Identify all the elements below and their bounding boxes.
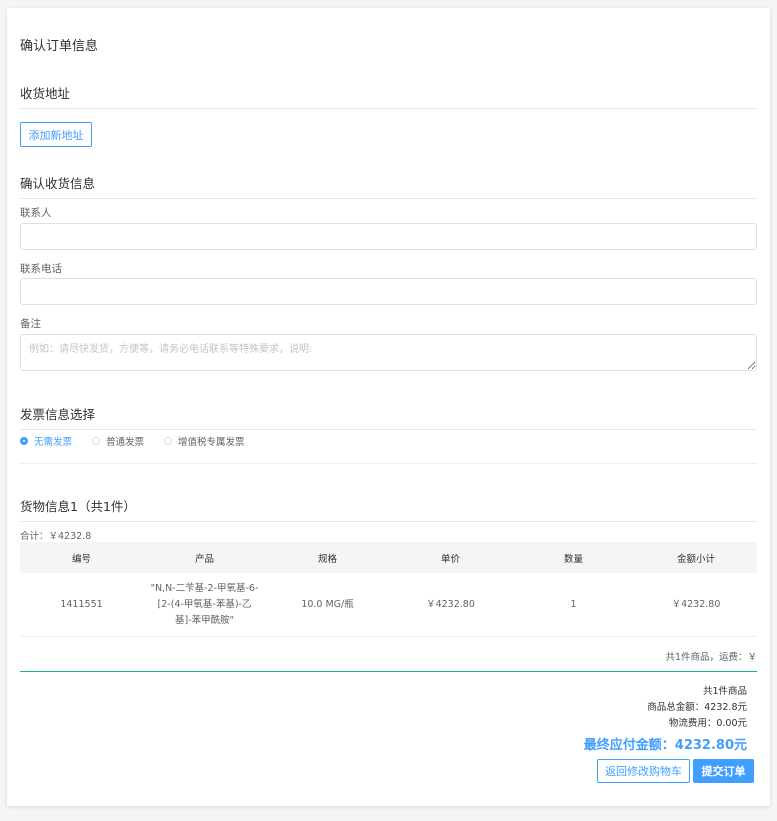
- phone-input[interactable]: [20, 278, 757, 305]
- summary-goods-total: 商品总金额：4232.8元: [647, 702, 747, 713]
- table-header-row: 编号 产品 规格 单价 数量 金额小计: [20, 542, 757, 573]
- column-header-subtotal: 金额小计: [635, 542, 757, 573]
- cell-qty: 1: [512, 573, 635, 637]
- radio-checked-icon: [20, 437, 28, 445]
- goods-total-text: 合计：￥4232.8: [20, 531, 92, 542]
- invoice-option-label: 普通发票: [106, 437, 145, 448]
- invoice-option-normal[interactable]: 普通发票: [92, 434, 144, 448]
- receiver-section-title: 确认收货信息: [20, 173, 757, 199]
- final-amount: 最终应付金额：4232.80元: [583, 738, 747, 753]
- address-section-title: 收货地址: [20, 83, 757, 109]
- invoice-option-vat[interactable]: 增值税专属发票: [164, 434, 245, 448]
- goods-table: 编号 产品 规格 单价 数量 金额小计 1411551 "N,N-二苄基-2-甲…: [20, 542, 757, 637]
- remark-label: 备注: [20, 318, 41, 330]
- cell-spec: 10.0 MG/瓶: [266, 573, 389, 637]
- column-header-id: 编号: [20, 542, 143, 573]
- radio-unchecked-icon: [92, 437, 101, 445]
- product-name: "N,N-二苄基-2-甲氧基-6-[2-(4-甲氧基-苯基)-乙基]-苯甲酰胺": [150, 582, 259, 626]
- back-to-cart-button[interactable]: 返回修改购物车: [597, 759, 690, 783]
- summary-divider: [20, 671, 757, 672]
- phone-label: 联系电话: [20, 263, 62, 275]
- summary-count: 共1件商品: [702, 686, 747, 697]
- page-title: 确认订单信息: [20, 39, 99, 54]
- cell-id: 1411551: [20, 573, 143, 637]
- cell-price: ￥4232.80: [389, 573, 512, 637]
- shipping-line: 共1件商品，运费：￥: [665, 652, 757, 663]
- divider: [20, 463, 757, 464]
- column-header-product: 产品: [143, 542, 266, 573]
- invoice-radio-group: 无需发票 普通发票 增值税专属发票: [20, 434, 265, 448]
- contact-label: 联系人: [20, 207, 52, 219]
- goods-section-title: 货物信息1（共1件）: [20, 496, 757, 522]
- invoice-section-title: 发票信息选择: [20, 404, 757, 430]
- contact-input[interactable]: [20, 223, 757, 250]
- order-confirm-card: 确认订单信息 收货地址 添加新地址 确认收货信息 联系人 联系电话 备注 发票信…: [7, 8, 770, 806]
- remark-textarea[interactable]: [20, 334, 757, 371]
- cell-product: "N,N-二苄基-2-甲氧基-6-[2-(4-甲氧基-苯基)-乙基]-苯甲酰胺": [143, 573, 266, 637]
- invoice-option-none[interactable]: 无需发票: [20, 434, 72, 448]
- radio-unchecked-icon: [164, 437, 173, 445]
- add-address-button[interactable]: 添加新地址: [20, 122, 92, 147]
- column-header-qty: 数量: [512, 542, 635, 573]
- card-content: 确认订单信息 收货地址 添加新地址 确认收货信息 联系人 联系电话 备注 发票信…: [20, 8, 757, 806]
- column-header-spec: 规格: [266, 542, 389, 573]
- invoice-option-label: 增值税专属发票: [178, 437, 245, 448]
- summary-logistics: 物流费用：0.00元: [668, 718, 747, 729]
- cell-subtotal: ￥4232.80: [635, 573, 757, 637]
- column-header-price: 单价: [389, 542, 512, 573]
- table-row: 1411551 "N,N-二苄基-2-甲氧基-6-[2-(4-甲氧基-苯基)-乙…: [20, 573, 757, 637]
- invoice-option-label: 无需发票: [34, 437, 73, 448]
- submit-order-button[interactable]: 提交订单: [693, 759, 754, 783]
